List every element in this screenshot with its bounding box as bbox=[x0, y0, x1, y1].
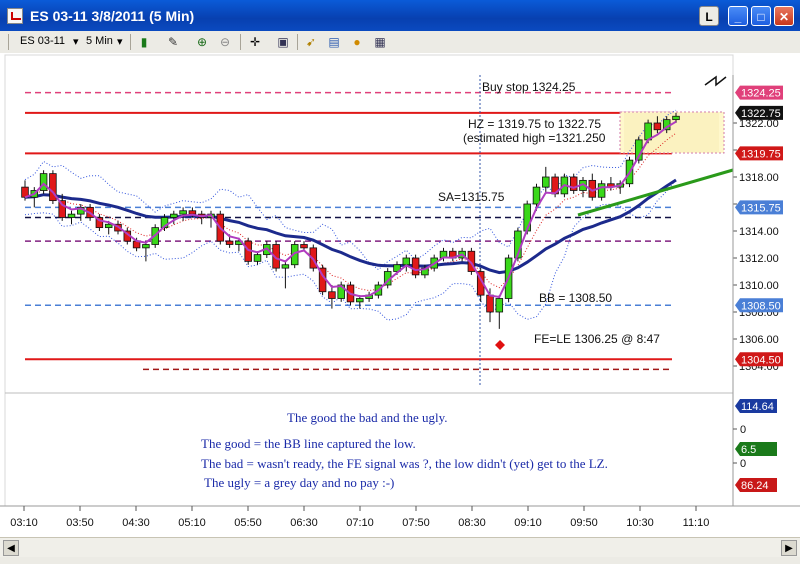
time-tick-label: 05:10 bbox=[178, 517, 206, 529]
time-tick-label: 08:30 bbox=[458, 517, 486, 529]
candle-body bbox=[300, 244, 308, 249]
candle-body bbox=[281, 264, 290, 269]
horizontal-scrollbar[interactable]: ◀ ▶ bbox=[0, 537, 800, 558]
toolbar-separator bbox=[240, 34, 241, 50]
candle-body bbox=[225, 240, 234, 245]
draw-pencil-icon[interactable]: ✎ bbox=[166, 35, 180, 49]
candle-body bbox=[67, 213, 76, 218]
indicator-tag-label: 114.64 bbox=[741, 401, 774, 413]
scroll-right-icon[interactable]: ▶ bbox=[781, 540, 797, 556]
instrument-selector[interactable]: ES 03-11 bbox=[20, 35, 65, 47]
candle-body bbox=[253, 254, 262, 262]
crosshair-icon[interactable]: ✛ bbox=[248, 35, 262, 49]
price-tag-label: 1304.50 bbox=[741, 354, 781, 366]
zoom-in-icon[interactable]: ⊕ bbox=[195, 35, 209, 49]
note-bad: The bad = wasn't ready, the FE signal wa… bbox=[201, 456, 608, 471]
candle-body bbox=[402, 257, 411, 266]
link-button[interactable]: L bbox=[699, 6, 719, 26]
scroll-left-icon[interactable]: ◀ bbox=[3, 540, 19, 556]
properties-icon[interactable]: ▦ bbox=[373, 35, 387, 49]
candle-body bbox=[142, 244, 150, 249]
candle-body bbox=[328, 291, 336, 299]
candlestick-style-icon[interactable]: ▮ bbox=[137, 35, 151, 49]
time-tick-label: 03:50 bbox=[66, 517, 94, 529]
bb-label: BB = 1308.50 bbox=[539, 291, 612, 305]
time-tick-label: 03:10 bbox=[10, 517, 38, 529]
candle-body bbox=[179, 210, 187, 215]
time-tick-label: 07:50 bbox=[402, 517, 430, 529]
price-tick-label: 1318.00 bbox=[739, 172, 779, 184]
window-title: ES 03-11 3/8/2011 (5 Min) bbox=[30, 8, 195, 24]
toolbar-separator bbox=[297, 34, 298, 50]
fe-label: FE=LE 1306.25 @ 8:47 bbox=[534, 332, 660, 346]
time-tick-label: 07:10 bbox=[346, 517, 374, 529]
data-box-icon[interactable]: ▣ bbox=[276, 35, 290, 49]
price-chart[interactable]: Buy stop 1324.25 HZ = 1319.75 to 1322.75… bbox=[0, 53, 800, 537]
price-tick-label: 1306.00 bbox=[739, 334, 779, 346]
chart-toolbar: ES 03-11 ▾ 5 Min ▾ ▮ ✎ ⊕ ⊖ ✛ ▣ ➹ ▤ ● ▦ bbox=[0, 31, 800, 54]
candle-body bbox=[39, 173, 48, 191]
sa-label: SA=1315.75 bbox=[438, 190, 505, 204]
candle-body bbox=[486, 294, 494, 313]
candle-body bbox=[188, 210, 197, 215]
indicator-tag-label: 6.5 bbox=[741, 444, 756, 456]
note-title: The good the bad and the ugly. bbox=[287, 410, 448, 425]
candle-body bbox=[542, 176, 550, 188]
toolbar-grip bbox=[8, 34, 9, 50]
indicator-tag-label: 86.24 bbox=[741, 480, 769, 492]
time-tick-label: 09:50 bbox=[570, 517, 598, 529]
note-ugly: The ugly = a grey day and no pay :-) bbox=[204, 475, 394, 490]
indicator-tick-label: 0 bbox=[740, 458, 746, 470]
buy-stop-label: Buy stop 1324.25 bbox=[482, 80, 576, 94]
price-tag-label: 1322.75 bbox=[741, 108, 781, 120]
chevron-down-icon[interactable]: ▾ bbox=[73, 35, 79, 48]
candle-body bbox=[356, 298, 364, 303]
estimated-high-label: (estimated high =1321.250 bbox=[463, 131, 606, 145]
window-titlebar[interactable]: ES 03-11 3/8/2011 (5 Min) L _ □ ✕ bbox=[0, 0, 800, 31]
chevron-down-icon[interactable]: ▾ bbox=[117, 35, 123, 48]
candle-body bbox=[672, 115, 680, 121]
indicator-icon[interactable]: ▤ bbox=[327, 35, 341, 49]
candle-body bbox=[411, 257, 420, 276]
price-tag-label: 1324.25 bbox=[741, 88, 781, 100]
price-tick-label: 1310.00 bbox=[739, 280, 779, 292]
hz-label: HZ = 1319.75 to 1322.75 bbox=[468, 117, 601, 131]
interval-selector[interactable]: 5 Min bbox=[86, 35, 113, 47]
candle-body bbox=[104, 223, 113, 229]
price-tick-label: 1314.00 bbox=[739, 226, 779, 238]
indicator-tick-label: 0 bbox=[740, 424, 746, 436]
price-tag-label: 1319.75 bbox=[741, 148, 781, 160]
maximize-button[interactable]: □ bbox=[751, 6, 771, 26]
time-tick-label: 09:10 bbox=[514, 517, 542, 529]
candle-body bbox=[597, 183, 606, 198]
time-tick-label: 06:30 bbox=[290, 517, 318, 529]
minimize-button[interactable]: _ bbox=[728, 6, 748, 26]
price-tag-label: 1315.75 bbox=[741, 202, 781, 214]
price-tick-label: 1312.00 bbox=[739, 253, 779, 265]
close-button[interactable]: ✕ bbox=[774, 6, 794, 26]
time-tick-label: 04:30 bbox=[122, 517, 150, 529]
trade-coin-icon[interactable]: ● bbox=[350, 35, 364, 49]
zoom-out-icon[interactable]: ⊖ bbox=[218, 35, 232, 49]
toolbar-separator bbox=[130, 34, 131, 50]
time-tick-label: 10:30 bbox=[626, 517, 654, 529]
strategy-icon[interactable]: ➹ bbox=[304, 35, 318, 49]
price-tag-label: 1308.50 bbox=[741, 300, 781, 312]
candle-body bbox=[653, 122, 662, 131]
candle-body bbox=[532, 186, 541, 205]
candle-body bbox=[170, 213, 178, 218]
time-tick-label: 05:50 bbox=[234, 517, 262, 529]
time-tick-label: 11:10 bbox=[683, 517, 710, 529]
chart-app-icon bbox=[7, 8, 23, 24]
candle-body bbox=[495, 298, 504, 313]
note-good: The good = the BB line captured the low. bbox=[201, 436, 416, 451]
status-strip bbox=[0, 557, 800, 564]
